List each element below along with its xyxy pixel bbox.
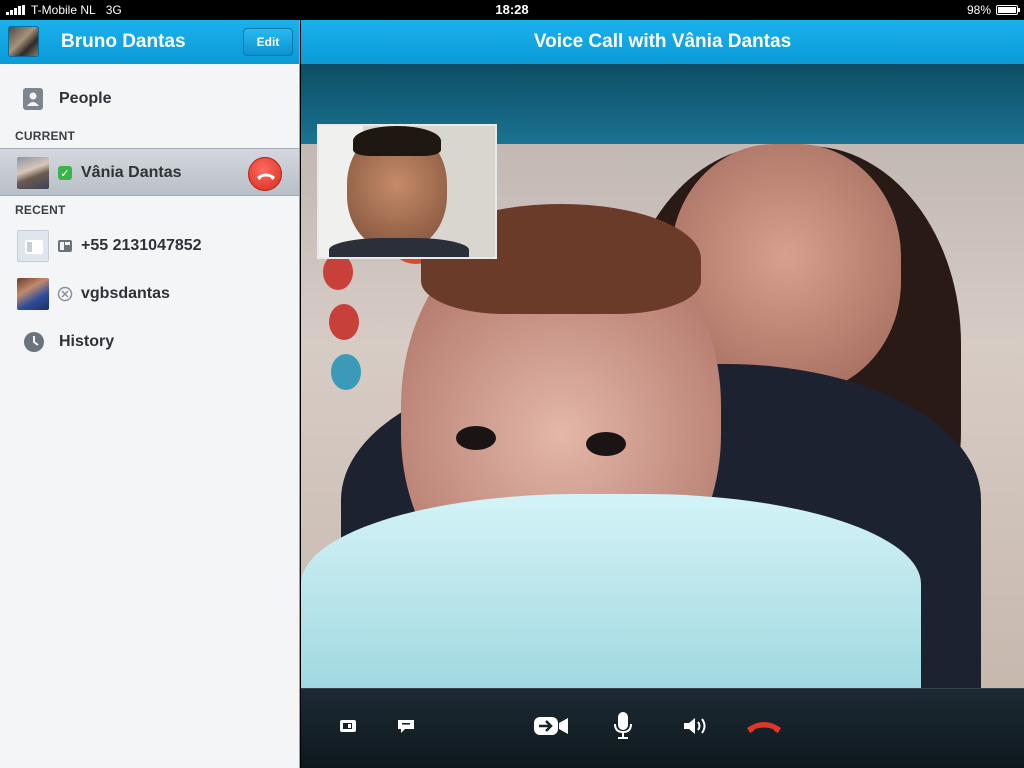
sidebar-item-history[interactable]: History	[0, 318, 299, 366]
microphone-icon	[614, 712, 632, 739]
current-section-title: CURRENT	[15, 129, 76, 143]
battery-icon	[996, 5, 1020, 15]
offline-status-icon	[57, 286, 73, 302]
contact-avatar	[17, 157, 49, 189]
self-hair	[353, 126, 441, 156]
sidebar-item-history-label: History	[59, 333, 115, 350]
mobile-toy	[331, 354, 361, 390]
screen-icon	[340, 720, 356, 732]
battery-fill	[998, 7, 1016, 13]
video-toggle-button[interactable]	[533, 711, 571, 741]
baby-shirt	[301, 494, 921, 688]
people-icon	[23, 88, 43, 110]
contacts-sidebar: Bruno Dantas Edit People CURRENT ✓ Vânia…	[0, 20, 300, 768]
contact-avatar	[17, 278, 49, 310]
recent-item-phone-label: +55 2131047852	[81, 237, 202, 254]
baby-eye	[456, 426, 496, 450]
speaker-button[interactable]	[682, 711, 710, 741]
recent-section-title: RECENT	[15, 203, 66, 217]
sidebar-header: Bruno Dantas Edit	[0, 20, 299, 64]
chat-icon	[398, 720, 414, 733]
online-status-icon: ✓	[58, 166, 72, 180]
video-camera-icon	[534, 717, 568, 735]
call-title: Voice Call with Vânia Dantas	[301, 20, 1024, 64]
recent-item-phone[interactable]: +55 2131047852	[0, 222, 299, 270]
recent-item-vgbsdantas-label: vgbsdantas	[81, 285, 170, 302]
phone-icon	[58, 240, 72, 252]
hang-up-icon	[747, 722, 781, 733]
sidebar-item-people[interactable]: People	[0, 75, 299, 123]
mute-button[interactable]	[613, 711, 633, 741]
current-contact-name: Vânia Dantas	[81, 164, 182, 181]
self-shirt	[329, 238, 469, 257]
end-call-button[interactable]	[744, 711, 784, 741]
user-name[interactable]: Bruno Dantas	[61, 31, 186, 53]
clock: 18:28	[495, 2, 529, 17]
recent-item-vgbsdantas[interactable]: vgbsdantas	[0, 270, 299, 318]
phone-contact-avatar	[17, 230, 49, 262]
call-controls-bar	[301, 688, 1024, 768]
phone-card-icon	[25, 240, 43, 254]
mobile-toy	[329, 304, 359, 340]
battery-percentage: 98%	[966, 3, 991, 17]
current-call-item[interactable]: ✓ Vânia Dantas	[0, 148, 299, 196]
clock-icon	[24, 332, 44, 352]
baby-eye	[586, 432, 626, 456]
call-panel: Voice Call with Vânia Dantas	[301, 20, 1024, 768]
hang-up-current-button[interactable]	[248, 157, 282, 191]
status-bar: T-Mobile NL 3G 18:28 98%	[0, 0, 1024, 20]
mobile-toy	[323, 254, 353, 290]
user-avatar[interactable]	[8, 26, 39, 57]
sidebar-item-people-label: People	[59, 90, 112, 107]
edit-button[interactable]: Edit	[243, 28, 293, 56]
chat-button[interactable]	[395, 711, 417, 741]
self-video-preview[interactable]	[317, 124, 497, 259]
hang-up-icon	[257, 173, 275, 180]
remote-video[interactable]	[301, 64, 1024, 688]
speaker-icon	[684, 718, 706, 734]
status-bar-right: 98%	[966, 3, 1020, 17]
screen-toggle-button[interactable]	[337, 711, 359, 741]
